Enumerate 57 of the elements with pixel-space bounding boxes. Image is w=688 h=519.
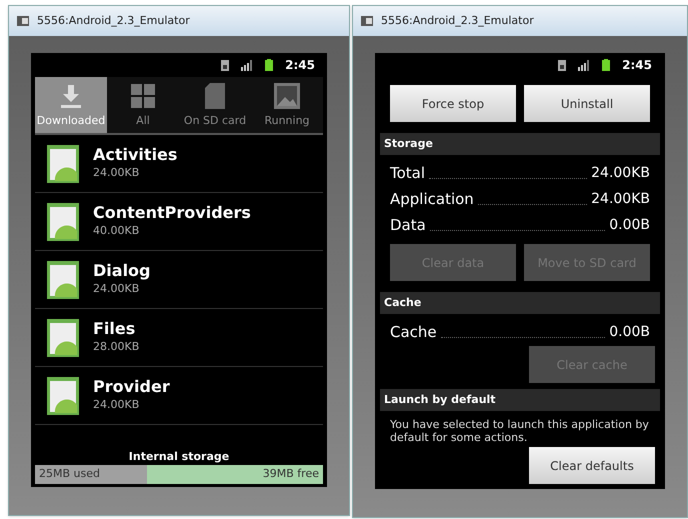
storage-value: 24.00KB bbox=[591, 190, 650, 209]
storage-value: 0.00B bbox=[609, 323, 650, 342]
signal-icon bbox=[241, 60, 254, 70]
action-button[interactable]: Clear defaults bbox=[529, 447, 655, 484]
description-text: You have selected to launch this application by default for some actions. bbox=[389, 417, 650, 444]
used-label: 25MB used bbox=[39, 466, 100, 482]
app-list-item[interactable]: Files 28.00KB bbox=[35, 309, 323, 367]
storage-value: 24.00KB bbox=[591, 164, 650, 183]
battery-icon bbox=[602, 59, 610, 71]
storage-label: Data bbox=[390, 214, 426, 236]
grid-icon bbox=[130, 82, 156, 108]
action-button[interactable]: Force stop bbox=[390, 85, 516, 122]
free-label: 39MB free bbox=[262, 466, 319, 482]
sim-card-icon bbox=[558, 60, 566, 70]
app-size: 24.00KB bbox=[93, 281, 140, 298]
app-size: 40.00KB bbox=[93, 223, 140, 240]
app-list-item[interactable]: Provider 24.00KB bbox=[35, 367, 323, 425]
app-size: 28.00KB bbox=[93, 339, 140, 356]
tab[interactable]: On SD card bbox=[179, 77, 251, 133]
clock-time: 2:45 bbox=[285, 57, 315, 74]
storage-value: 0.00B bbox=[609, 216, 650, 235]
download-icon bbox=[58, 82, 84, 108]
storage-title: Internal storage bbox=[128, 448, 230, 464]
android-app-icon bbox=[47, 260, 79, 298]
sd-card-icon bbox=[205, 82, 225, 108]
section-header: Cache bbox=[380, 292, 660, 314]
app-list-item[interactable]: Activities 24.00KB bbox=[35, 135, 323, 193]
app-size: 24.00KB bbox=[93, 165, 140, 182]
storage-label: Total bbox=[390, 162, 426, 184]
app-size: 24.00KB bbox=[93, 397, 140, 414]
window-title: 5556:Android_2.3_Emulator bbox=[37, 12, 190, 29]
window-app-icon bbox=[361, 16, 373, 26]
signal-icon bbox=[578, 60, 590, 70]
sim-card-icon bbox=[221, 60, 230, 70]
app-name: Activities bbox=[93, 145, 178, 166]
tab[interactable]: Running bbox=[251, 77, 323, 133]
section-header: Storage bbox=[380, 133, 660, 155]
battery-icon bbox=[265, 59, 274, 71]
window-title: 5556:Android_2.3_Emulator bbox=[381, 12, 534, 29]
window-app-icon bbox=[17, 16, 29, 26]
app-list-item[interactable]: Dialog 24.00KB bbox=[35, 251, 323, 309]
clock-time: 2:45 bbox=[622, 57, 652, 74]
image-icon bbox=[274, 82, 300, 108]
action-button[interactable]: Uninstall bbox=[524, 85, 650, 122]
section-header: Launch by default bbox=[380, 389, 660, 411]
app-name: Provider bbox=[93, 377, 170, 398]
android-app-icon bbox=[47, 144, 79, 182]
app-list-item[interactable]: ContentProviders 40.00KB bbox=[35, 193, 323, 251]
app-name: ContentProviders bbox=[93, 203, 251, 224]
android-app-icon bbox=[47, 202, 79, 240]
app-name: Files bbox=[93, 319, 136, 340]
storage-label: Cache bbox=[390, 322, 437, 342]
tab[interactable]: All bbox=[107, 77, 179, 133]
storage-label: Application bbox=[390, 188, 474, 210]
android-app-icon bbox=[47, 376, 79, 414]
app-name: Dialog bbox=[93, 261, 150, 282]
android-app-icon bbox=[47, 318, 79, 356]
